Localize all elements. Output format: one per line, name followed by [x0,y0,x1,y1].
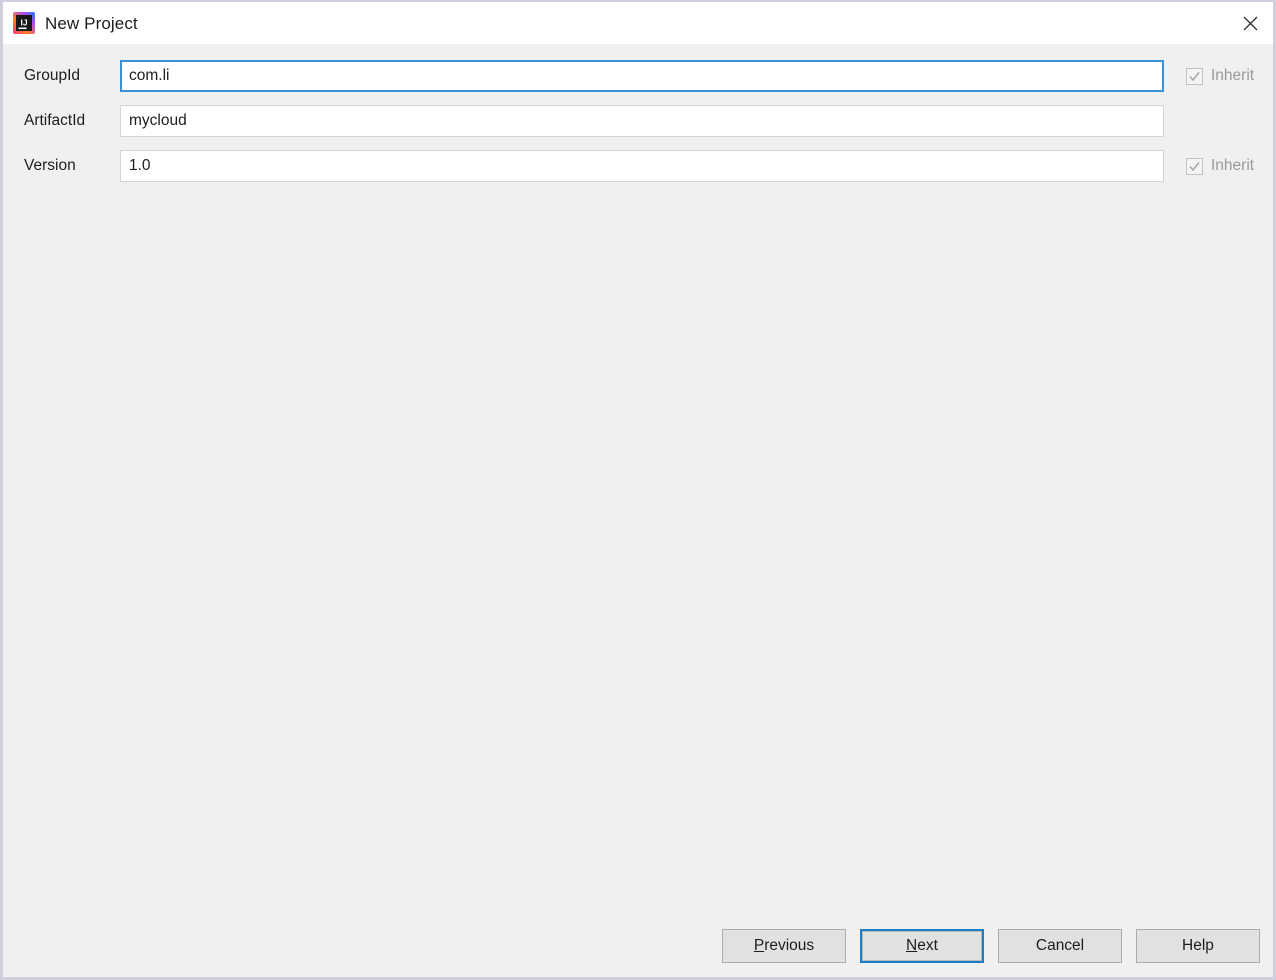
title-bar: IJ New Project [3,2,1273,44]
previous-button-mnemonic: P [753,937,765,954]
inherit-version[interactable]: Inherit [1186,157,1255,175]
inherit-label: Inherit [1211,67,1255,85]
cancel-button-label: Cancel [1035,937,1085,954]
label-groupid: GroupId [24,67,81,85]
intellij-idea-icon: IJ [13,12,35,34]
input-artifactid[interactable]: mycloud [120,105,1164,137]
next-button[interactable]: Next [860,929,984,963]
svg-text:IJ: IJ [20,18,27,28]
checkbox-icon[interactable] [1186,157,1203,175]
close-button[interactable] [1227,2,1273,44]
inherit-label: Inherit [1211,157,1255,175]
help-button-label: Help [1182,937,1214,954]
previous-button[interactable]: Previous [722,929,846,963]
input-groupid[interactable]: com.li [120,60,1164,92]
dialog-content: GroupId com.li Inherit ArtifactId myclou… [3,44,1273,929]
next-button-mnemonic: N [906,937,918,954]
form-row-groupid: GroupId com.li Inherit [3,60,1273,92]
new-project-dialog: IJ New Project GroupId com.li Inherit Ar… [0,0,1276,980]
form-row-version: Version 1.0 Inherit [3,150,1273,182]
dialog-footer: Previous Next Cancel Help [3,929,1273,977]
cancel-button[interactable]: Cancel [998,929,1122,963]
help-button[interactable]: Help [1136,929,1260,963]
previous-button-label: revious [764,937,815,954]
window-title: New Project [45,13,138,33]
checkbox-icon[interactable] [1186,67,1203,85]
label-version: Version [24,157,76,175]
close-icon [1243,16,1258,31]
input-version[interactable]: 1.0 [120,150,1164,182]
form-row-artifactid: ArtifactId mycloud Inherit [3,105,1273,137]
next-button-label: ext [917,937,938,954]
label-artifactid: ArtifactId [24,112,86,130]
inherit-groupid[interactable]: Inherit [1186,67,1255,85]
